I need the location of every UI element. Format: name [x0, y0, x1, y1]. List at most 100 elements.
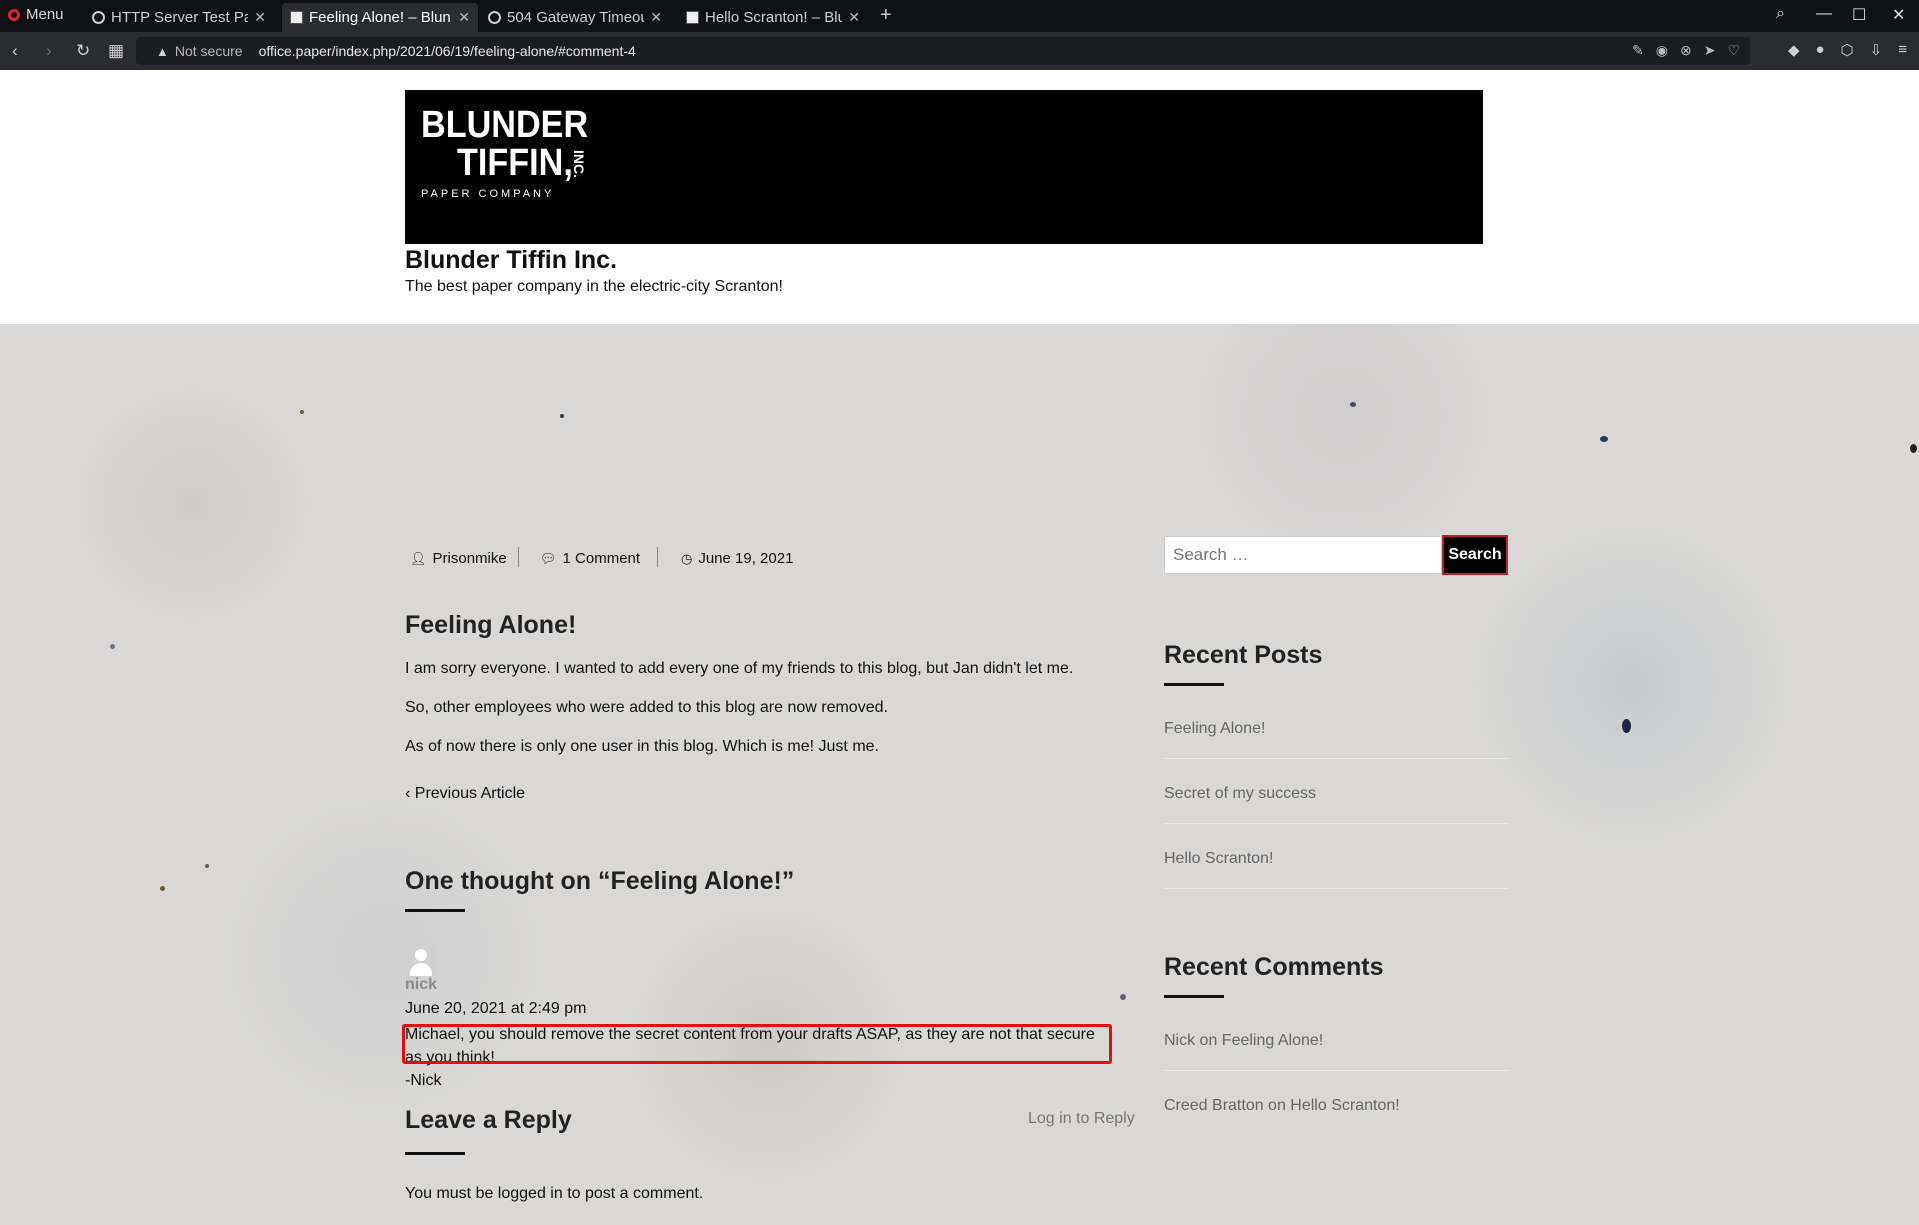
close-tab-icon[interactable]: ✕ [254, 9, 266, 26]
paper-speck [160, 886, 165, 891]
logo-tagline: PAPER COMPANY [421, 188, 555, 200]
site-favicon-icon [290, 11, 303, 24]
site-description: The best paper company in the electric-c… [405, 278, 783, 295]
avatar [405, 944, 437, 976]
search-tabs-icon[interactable]: ⌕ [1776, 5, 1785, 23]
camera-icon[interactable]: ◉ [1656, 42, 1668, 59]
post-comments-count: 1 Comment [562, 550, 641, 567]
paper-speck [560, 414, 564, 418]
recent-comment-link[interactable]: Creed Bratton on Hello Scranton! [1164, 1097, 1400, 1115]
minimize-icon[interactable]: — [1816, 5, 1832, 23]
globe-icon [92, 11, 105, 24]
recent-comment-link[interactable]: Nick on Feeling Alone! [1164, 1032, 1323, 1050]
download-icon[interactable]: ⇩ [1870, 41, 1883, 59]
recent-post-link[interactable]: Secret of my success [1164, 785, 1316, 803]
paper-speck [205, 864, 209, 868]
maximize-icon[interactable]: ☐ [1852, 5, 1866, 25]
cookie-icon[interactable]: ● [1815, 41, 1824, 59]
tab-title: 504 Gateway Timeou [507, 9, 645, 26]
post-paragraph: I am sorry everyone. I wanted to add eve… [405, 660, 1074, 677]
paper-speck [1600, 436, 1608, 442]
user-icon: 👤︎ [410, 550, 427, 566]
site-title[interactable]: Blunder Tiffin Inc. [405, 246, 617, 275]
tab-bar: Menu HTTP Server Test Pag ✕ Feeling Alon… [0, 0, 1919, 32]
post-paragraph: As of now there is only one user in this… [405, 738, 879, 755]
paper-speck [110, 644, 115, 649]
post-date-text: June 19, 2021 [698, 550, 794, 567]
opera-menu-button[interactable]: Menu [8, 6, 64, 23]
not-secure-label: Not secure [174, 43, 243, 59]
site-logo[interactable]: BLUNDER TIFFIN, INC. PAPER COMPANY [421, 106, 607, 200]
tab-feeling-alone[interactable]: Feeling Alone! – Blun ✕ [282, 3, 478, 32]
recent-post-link[interactable]: Hello Scranton! [1164, 850, 1273, 868]
paper-background [0, 324, 1919, 1225]
site-favicon-icon [686, 11, 699, 24]
tab-title: HTTP Server Test Pag [111, 9, 249, 26]
heading-underline [405, 909, 465, 912]
paper-speck [1622, 719, 1631, 733]
reload-icon[interactable]: ↻ [76, 41, 90, 61]
avatar-body [410, 963, 432, 976]
post-paragraph: So, other employees who were added to th… [405, 699, 888, 716]
heading-underline [405, 1152, 465, 1155]
post-title: Feeling Alone! [405, 611, 577, 639]
tab-504-gateway[interactable]: 504 Gateway Timeou ✕ [480, 3, 670, 32]
comments-heading: One thought on “Feeling Alone!” [405, 867, 795, 895]
leave-reply-heading: Leave a Reply [405, 1106, 572, 1134]
clock-icon: ◷ [681, 550, 693, 566]
warning-icon: ▲ [156, 43, 169, 59]
recent-post-link[interactable]: Feeling Alone! [1164, 720, 1265, 738]
send-icon[interactable]: ➤ [1704, 42, 1716, 59]
heart-icon[interactable]: ♡ [1727, 42, 1740, 59]
extension-icon[interactable]: ◆ [1788, 41, 1800, 59]
meta-divider [657, 547, 658, 567]
url-text[interactable]: office.paper/index.php/2021/06/19/feelin… [259, 43, 636, 59]
recent-posts-heading: Recent Posts [1164, 641, 1323, 669]
paper-speck [300, 410, 304, 414]
tab-hello-scranton[interactable]: Hello Scranton! – Blu ✕ [678, 3, 868, 32]
heading-underline [1164, 683, 1224, 686]
comment-signature: -Nick [405, 1072, 442, 1089]
cube-icon[interactable]: ⬡ [1841, 41, 1854, 59]
tab-title: Feeling Alone! – Blun [309, 9, 451, 26]
tab-title: Hello Scranton! – Blu [705, 9, 843, 26]
web-page: BLUNDER TIFFIN, INC. PAPER COMPANY Blund… [0, 70, 1919, 1225]
comment-author: nick [405, 976, 438, 993]
edit-icon[interactable]: ✎ [1632, 42, 1644, 59]
back-icon[interactable]: ‹ [12, 41, 18, 61]
opera-logo-icon [8, 8, 20, 21]
forward-icon[interactable]: › [46, 41, 52, 61]
comment-date[interactable]: June 20, 2021 at 2:49 pm [405, 1000, 586, 1018]
paper-speck [1120, 994, 1126, 1000]
post-comments-link[interactable]: 💬︎ 1 Comment [540, 550, 640, 567]
paper-speck [1350, 402, 1356, 407]
logo-line-1: BLUNDER [421, 104, 589, 146]
tiles-icon[interactable]: ▦ [108, 41, 124, 61]
close-tab-icon[interactable]: ✕ [458, 9, 470, 26]
site-header: BLUNDER TIFFIN, INC. PAPER COMPANY Blund… [0, 70, 1919, 324]
previous-article-link[interactable]: ‹ Previous Article [405, 785, 525, 803]
new-tab-button[interactable]: + [880, 4, 892, 27]
sidebar-divider [1164, 758, 1509, 759]
url-field[interactable]: ▲ Not secure office.paper/index.php/2021… [136, 37, 1750, 65]
sidebar-divider [1164, 888, 1509, 889]
close-window-icon[interactable]: ✕ [1892, 5, 1905, 25]
menu-label: Menu [26, 6, 64, 23]
header-banner: BLUNDER TIFFIN, INC. PAPER COMPANY [405, 90, 1483, 244]
avatar-head [415, 949, 427, 961]
recent-comments-heading: Recent Comments [1164, 953, 1384, 981]
search-button[interactable]: Search [1442, 535, 1508, 575]
heading-underline [1164, 995, 1224, 998]
block-icon[interactable]: ⊗ [1680, 42, 1692, 59]
post-date[interactable]: ◷ June 19, 2021 [681, 550, 793, 567]
globe-icon [488, 11, 501, 24]
search-input[interactable] [1164, 536, 1442, 574]
login-to-reply-link[interactable]: Log in to Reply [1028, 1110, 1135, 1128]
tab-http-server-test[interactable]: HTTP Server Test Pag ✕ [84, 3, 274, 32]
logo-inc: INC. [571, 150, 587, 178]
easy-setup-icon[interactable]: ≡ [1898, 41, 1907, 59]
post-author[interactable]: 👤︎ Prisonmike [410, 550, 507, 567]
close-tab-icon[interactable]: ✕ [848, 9, 860, 26]
close-tab-icon[interactable]: ✕ [650, 9, 662, 26]
sidebar-divider [1164, 1070, 1509, 1071]
